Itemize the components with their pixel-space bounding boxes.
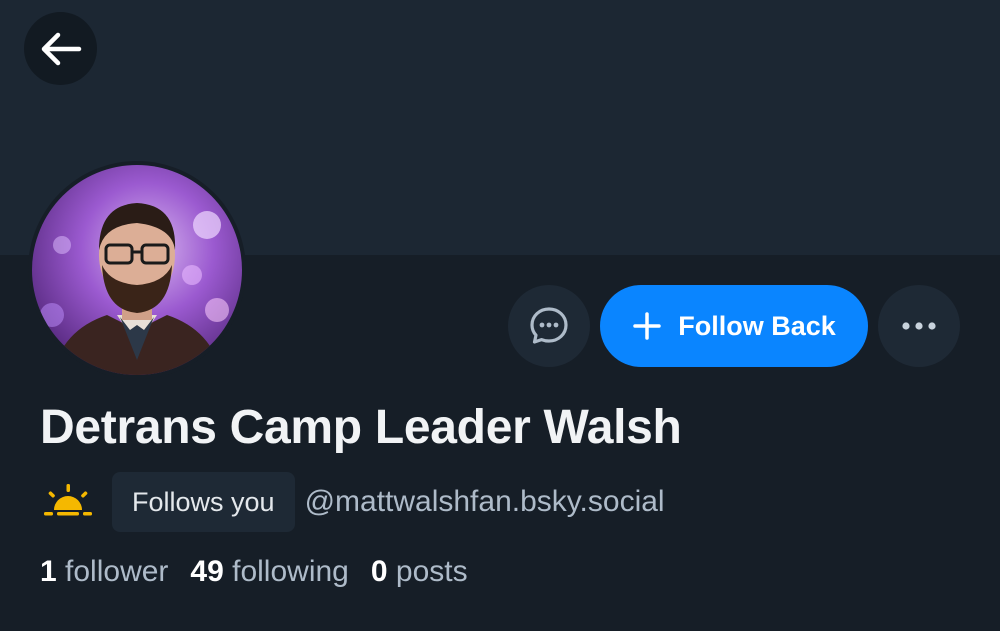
follows-you-label: Follows you — [132, 486, 275, 517]
posts-label: posts — [395, 555, 468, 588]
posts-count: 0 — [370, 555, 388, 588]
avatar[interactable] — [28, 161, 246, 379]
follow-back-label: Follow Back — [678, 310, 836, 341]
posts-stat: 0 posts — [371, 555, 468, 589]
ellipsis-icon — [901, 321, 937, 331]
followers-stat[interactable]: 1 follower — [40, 555, 168, 589]
plus-icon — [632, 311, 662, 341]
profile-actions: Follow Back — [508, 285, 960, 367]
follow-back-button[interactable]: Follow Back — [600, 285, 868, 367]
avatar-image — [32, 165, 242, 375]
following-count: 49 — [190, 555, 224, 588]
followers-count: 1 — [40, 555, 57, 588]
following-stat[interactable]: 49 following — [190, 555, 348, 589]
more-options-button[interactable] — [878, 285, 960, 367]
profile-stats: 1 follower 49 following 0 posts — [40, 555, 490, 589]
follows-you-badge: Follows you — [112, 472, 295, 532]
message-button[interactable] — [508, 285, 590, 367]
chat-bubble-icon — [528, 305, 570, 347]
display-name: Detrans Camp Leader Walsh — [40, 401, 682, 454]
sunrise-icon — [40, 482, 96, 522]
followers-label: follower — [65, 555, 169, 588]
following-label: following — [232, 555, 349, 588]
back-button[interactable] — [24, 12, 97, 85]
profile-handle: @mattwalshfan.bsky.social — [304, 485, 665, 518]
handle-row: Follows you @mattwalshfan.bsky.social — [40, 472, 665, 532]
arrow-left-icon — [39, 31, 83, 67]
